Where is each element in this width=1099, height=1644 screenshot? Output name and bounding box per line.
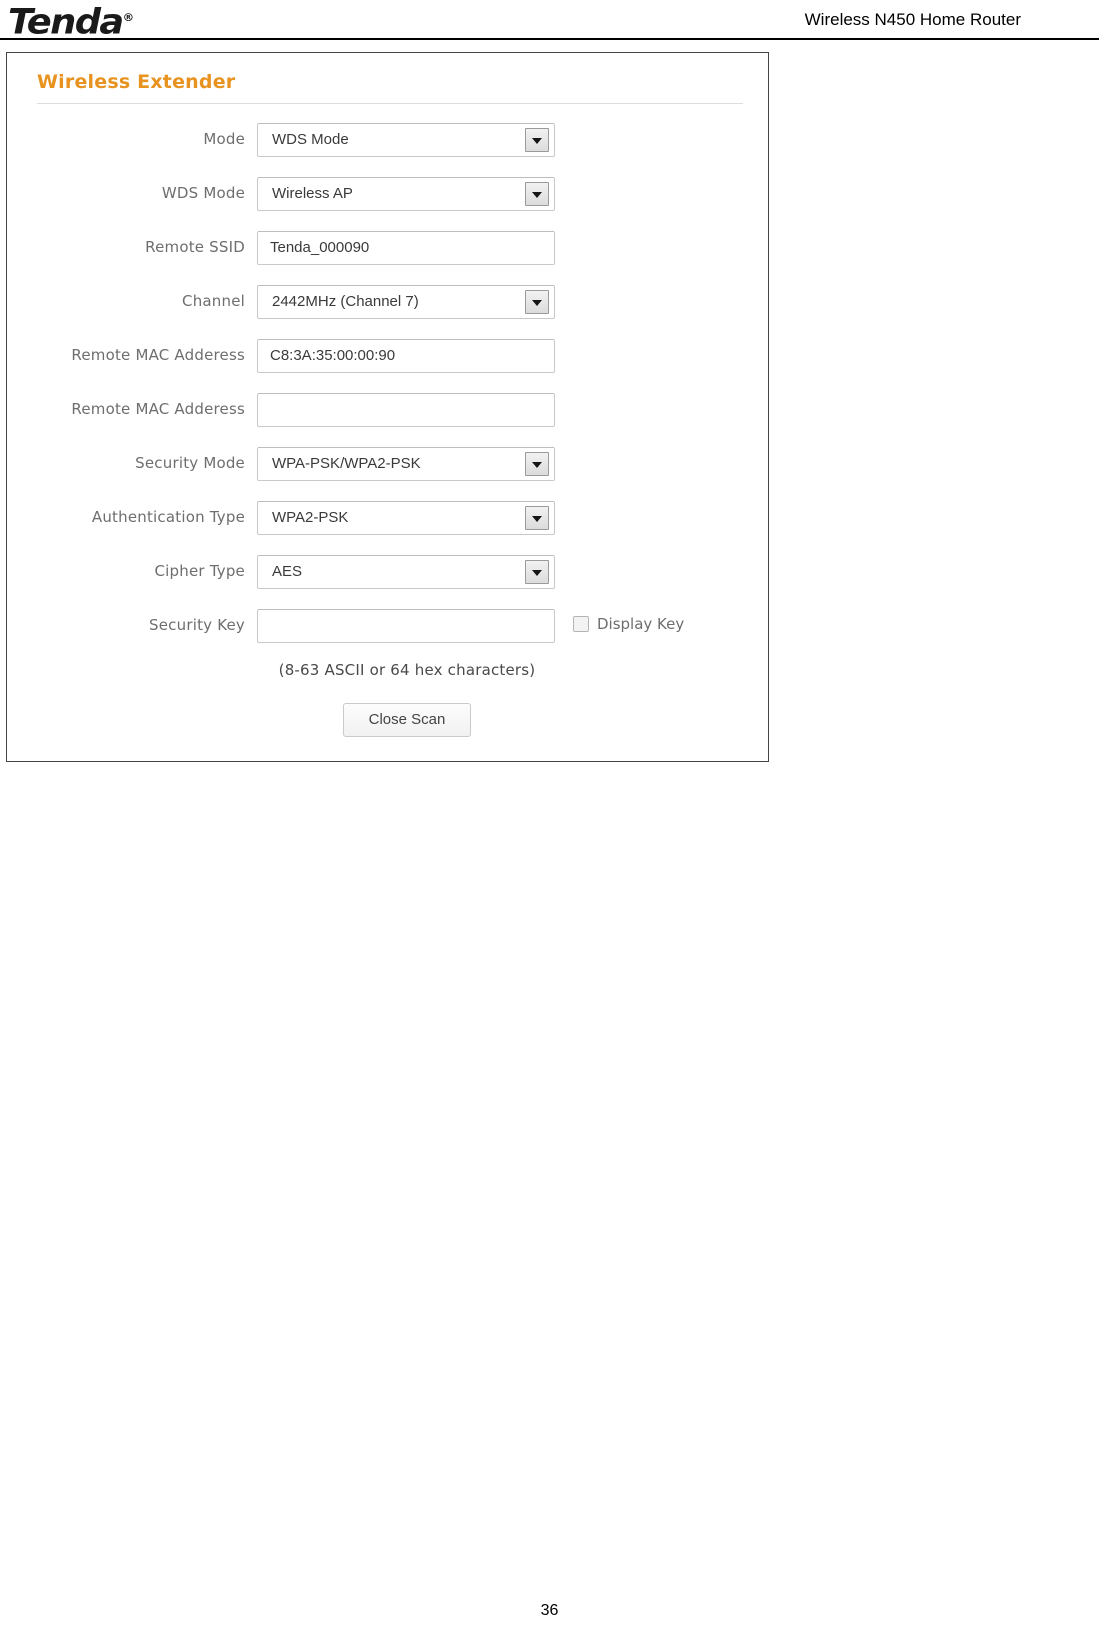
form-row-security-key: Security Key Display Key xyxy=(7,603,770,657)
form-row-mode: Mode WDS Mode xyxy=(7,117,770,171)
chevron-down-icon[interactable] xyxy=(525,128,549,152)
wds-mode-select[interactable]: Wireless AP xyxy=(257,177,555,211)
remote-mac-address-1-input[interactable]: C8:3A:35:00:00:90 xyxy=(257,339,555,373)
mode-select[interactable]: WDS Mode xyxy=(257,123,555,157)
page-header: Tenda® Wireless N450 Home Router xyxy=(0,0,1099,43)
form-row-authentication-type: Authentication Type WPA2-PSK xyxy=(7,495,770,549)
cipher-type-select-value: AES xyxy=(272,563,303,580)
mode-select-value: WDS Mode xyxy=(272,131,349,148)
security-mode-select-value: WPA-PSK/WPA2-PSK xyxy=(272,455,421,472)
label-mode: Mode xyxy=(203,130,245,148)
panel-actions: Close Scan xyxy=(257,703,557,737)
label-remote-ssid: Remote SSID xyxy=(145,238,245,256)
title-divider xyxy=(37,103,743,104)
chevron-down-icon[interactable] xyxy=(525,182,549,206)
close-scan-button[interactable]: Close Scan xyxy=(343,703,471,737)
label-cipher-type: Cipher Type xyxy=(154,562,245,580)
registered-trademark-icon: ® xyxy=(122,11,135,24)
label-wds-mode: WDS Mode xyxy=(161,184,245,202)
wireless-extender-form: Mode WDS Mode WDS Mode Wireless AP Remot… xyxy=(7,117,770,657)
form-row-remote-mac-address-2: Remote MAC Adderess xyxy=(7,387,770,441)
channel-select[interactable]: 2442MHz (Channel 7) xyxy=(257,285,555,319)
label-security-mode: Security Mode xyxy=(135,454,245,472)
channel-select-value: 2442MHz (Channel 7) xyxy=(272,293,419,310)
authentication-type-select-value: WPA2-PSK xyxy=(272,509,349,526)
label-security-key: Security Key xyxy=(149,616,245,634)
wireless-extender-panel: Wireless Extender Mode WDS Mode WDS Mode… xyxy=(6,52,769,762)
label-remote-mac-address-2: Remote MAC Adderess xyxy=(71,400,245,418)
display-key-label: Display Key xyxy=(597,615,685,633)
security-key-hint: (8-63 ASCII or 64 hex characters) xyxy=(278,661,536,679)
security-key-input[interactable] xyxy=(257,609,555,643)
document-title: Wireless N450 Home Router xyxy=(804,10,1021,29)
cipher-type-select[interactable]: AES xyxy=(257,555,555,589)
authentication-type-select[interactable]: WPA2-PSK xyxy=(257,501,555,535)
remote-mac-address-1-value: C8:3A:35:00:00:90 xyxy=(270,347,396,364)
page-number: 36 xyxy=(540,1602,559,1619)
wds-mode-select-value: Wireless AP xyxy=(272,185,353,202)
chevron-down-icon[interactable] xyxy=(525,560,549,584)
brand-name: Tenda xyxy=(8,2,124,43)
label-authentication-type: Authentication Type xyxy=(91,508,245,526)
form-row-wds-mode: WDS Mode Wireless AP xyxy=(7,171,770,225)
header-divider xyxy=(0,38,1099,40)
remote-ssid-value: Tenda_000090 xyxy=(270,239,370,256)
form-row-cipher-type: Cipher Type AES xyxy=(7,549,770,603)
display-key-checkbox[interactable] xyxy=(573,616,589,632)
security-mode-select[interactable]: WPA-PSK/WPA2-PSK xyxy=(257,447,555,481)
remote-mac-address-2-input[interactable] xyxy=(257,393,555,427)
display-key-checkbox-group[interactable]: Display Key xyxy=(573,615,684,633)
chevron-down-icon[interactable] xyxy=(525,452,549,476)
label-channel: Channel xyxy=(182,292,245,310)
tenda-logo: Tenda® xyxy=(8,0,134,43)
chevron-down-icon[interactable] xyxy=(525,506,549,530)
form-row-channel: Channel 2442MHz (Channel 7) xyxy=(7,279,770,333)
remote-ssid-input[interactable]: Tenda_000090 xyxy=(257,231,555,265)
form-row-remote-mac-address-1: Remote MAC Adderess C8:3A:35:00:00:90 xyxy=(7,333,770,387)
chevron-down-icon[interactable] xyxy=(525,290,549,314)
form-row-remote-ssid: Remote SSID Tenda_000090 xyxy=(7,225,770,279)
page-title: Wireless Extender xyxy=(37,71,236,93)
form-row-security-mode: Security Mode WPA-PSK/WPA2-PSK xyxy=(7,441,770,495)
label-remote-mac-address-1: Remote MAC Adderess xyxy=(71,346,245,364)
